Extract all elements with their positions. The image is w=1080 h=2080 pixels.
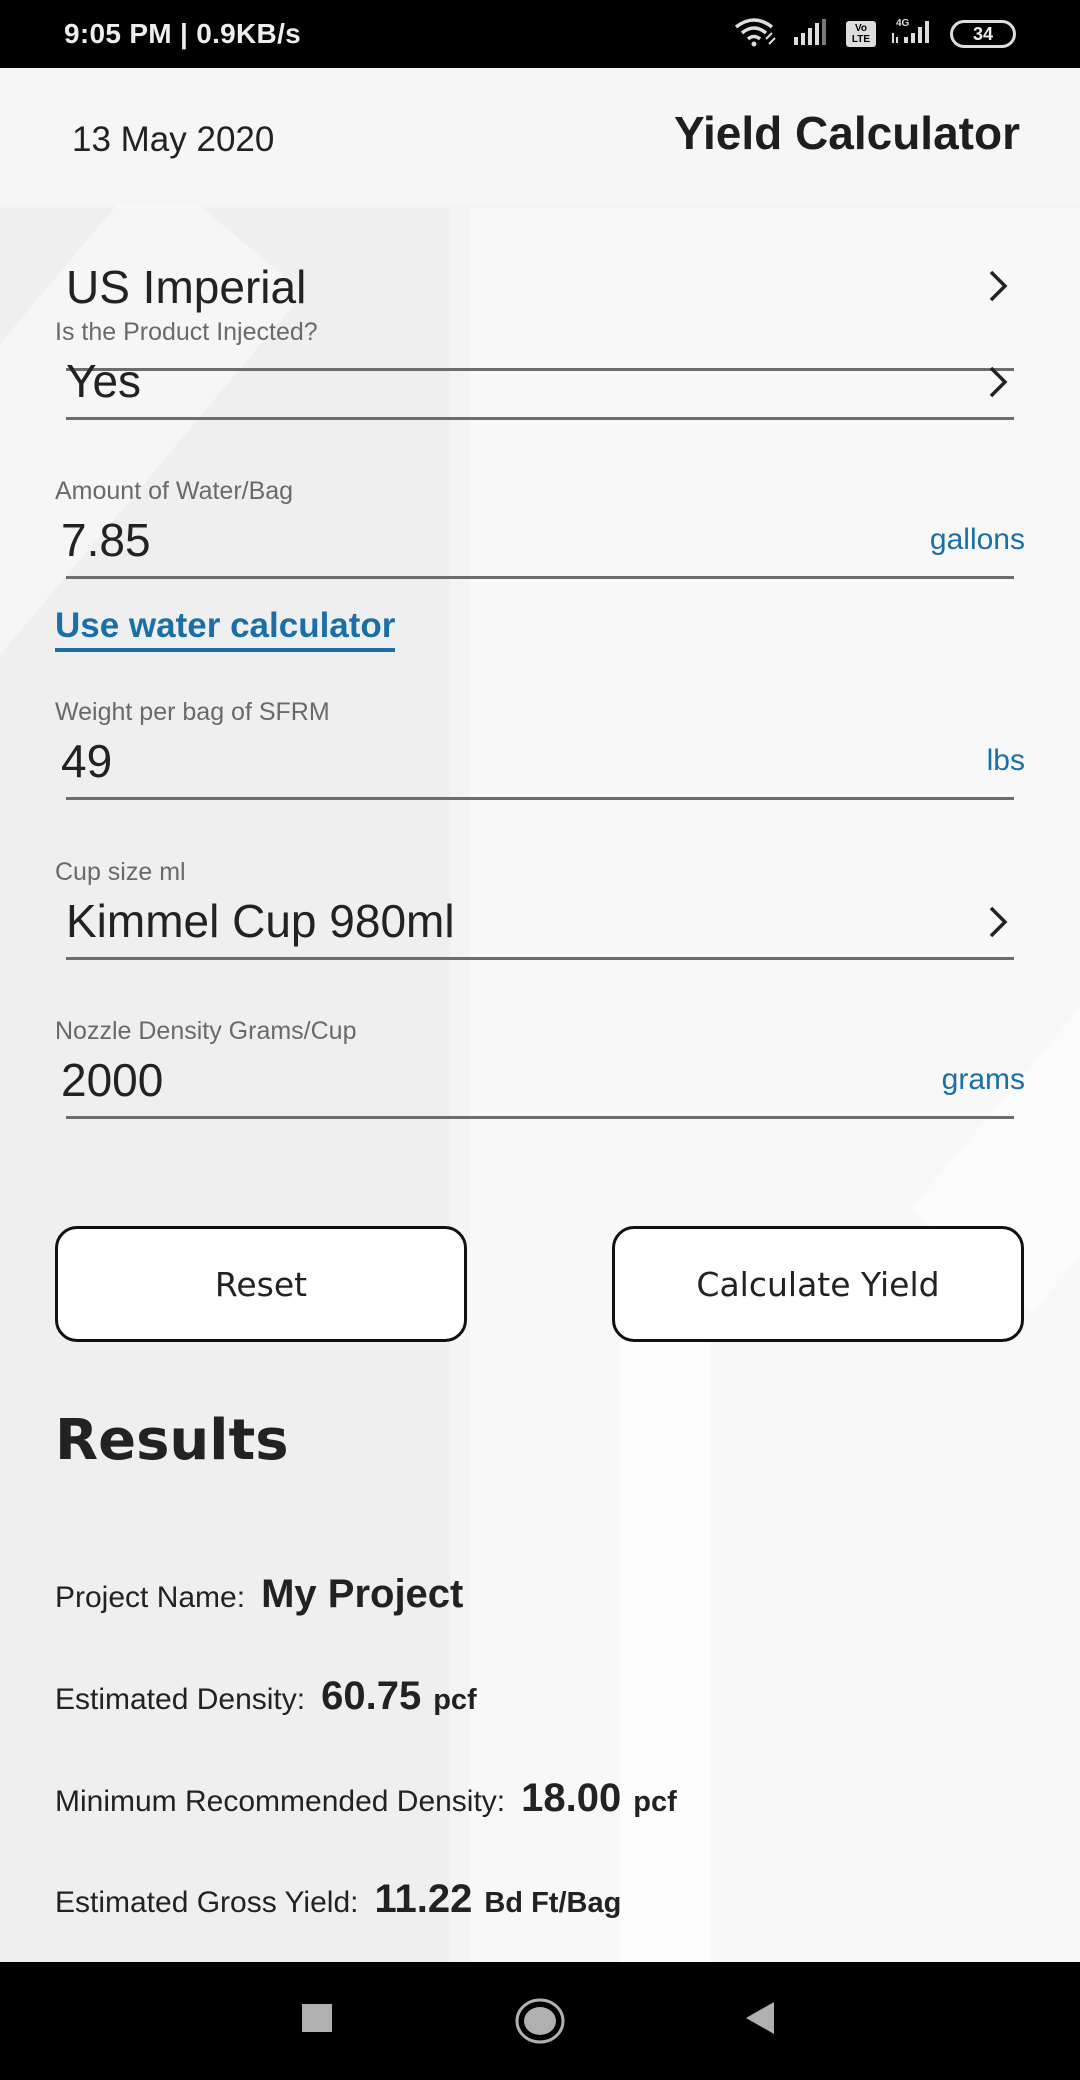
cup-size-label: Cup size ml [55,858,186,886]
recents-button[interactable] [300,2002,334,2036]
nozzle-density-input[interactable]: 2000 [61,1053,163,1107]
nozzle-density-label: Nozzle Density Grams/Cup [55,1017,357,1045]
injected-selector[interactable]: Is the Product Injected? Yes [55,318,1025,420]
field-underline [66,957,1014,960]
result-label: Estimated Density: [55,1683,306,1716]
field-underline [66,797,1014,800]
reset-button[interactable]: Reset [55,1226,467,1342]
result-gross-yield: Estimated Gross Yield: 11.22 Bd Ft/Bag [55,1877,621,1922]
svg-text:4G: 4G [896,18,910,29]
injected-label: Is the Product Injected? [55,318,318,346]
header-date: 13 May 2020 [72,120,275,159]
results-heading: Results [55,1408,289,1473]
nozzle-density-field[interactable]: Nozzle Density Grams/Cup 2000 grams [55,1017,1025,1119]
wifi-icon [734,17,778,52]
water-amount-field[interactable]: Amount of Water/Bag 7.85 gallons [55,477,1025,579]
back-button[interactable] [740,1998,780,2038]
project-name-value: My Project [261,1572,464,1616]
use-water-calculator-link[interactable]: Use water calculator [55,606,396,652]
water-unit: gallons [929,523,1025,556]
weight-unit: lbs [986,744,1025,777]
page-title: Yield Calculator [674,107,1020,159]
min-density-value: 18.00 [521,1776,622,1820]
system-nav-bar [0,1962,1080,2080]
min-density-unit: pcf [633,1786,677,1818]
chevron-right-icon [989,366,1008,398]
background-decoration [620,1268,710,1962]
result-estimated-density: Estimated Density: 60.75 pcf [55,1674,477,1719]
estimated-density-value: 60.75 [321,1674,422,1718]
field-underline [66,576,1014,579]
cup-size-selector[interactable]: Cup size ml Kimmel Cup 980ml [55,858,1025,960]
app-header: 13 May 2020 Yield Calculator [0,68,1080,204]
status-time: 9:05 PM | 0.9KB/s [64,18,302,49]
chevron-right-icon [989,906,1008,938]
water-amount-input[interactable]: 7.85 [61,513,151,567]
gross-yield-unit: Bd Ft/Bag [484,1887,622,1919]
field-underline [66,417,1014,420]
volte-icon: Vo LTE [846,21,876,47]
weight-per-bag-field[interactable]: Weight per bag of SFRM 49 lbs [55,698,1025,800]
nozzle-density-unit: grams [941,1063,1025,1096]
result-project-name: Project Name: My Project [55,1572,463,1617]
water-amount-label: Amount of Water/Bag [55,477,294,505]
gross-yield-value: 11.22 [374,1877,473,1921]
signal-icon [792,18,832,50]
units-value: US Imperial [66,261,307,313]
home-button[interactable] [514,1996,566,2046]
status-icons: Vo LTE 4G 34 [734,17,1016,52]
cup-size-value: Kimmel Cup 980ml [66,895,455,947]
chevron-right-icon [989,270,1008,302]
status-bar: 9:05 PM | 0.9KB/s Vo LTE 4G 34 [0,0,1080,68]
yield-calculator-screen: US Imperial 13 May 2020 Yield Calculator… [0,68,1080,1962]
result-label: Project Name: [55,1581,246,1614]
calculate-yield-button[interactable]: Calculate Yield [612,1226,1024,1342]
injected-value: Yes [66,355,142,407]
estimated-density-unit: pcf [433,1684,477,1716]
weight-per-bag-label: Weight per bag of SFRM [55,698,330,726]
result-label: Minimum Recommended Density: [55,1785,506,1818]
result-label: Estimated Gross Yield: [55,1886,359,1919]
result-min-density: Minimum Recommended Density: 18.00 pcf [55,1776,677,1821]
battery-icon: 34 [950,20,1016,48]
4g-signal-icon: 4G [890,17,936,52]
weight-per-bag-input[interactable]: 49 [61,734,112,788]
field-underline [66,1116,1014,1119]
